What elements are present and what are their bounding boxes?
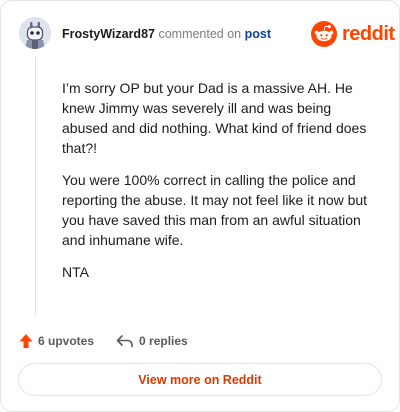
view-more-on-reddit-button[interactable]: View more on Reddit <box>18 363 382 396</box>
comment-paragraph: NTA <box>62 264 89 280</box>
avatar-icon <box>19 17 51 49</box>
upvote-count: 6 upvotes <box>38 334 95 348</box>
reply-count: 0 replies <box>139 334 188 348</box>
comment-header: FrostyWizard87 commented on post <box>62 26 271 42</box>
upvote-arrow-icon <box>19 334 33 348</box>
view-more-label: View more on Reddit <box>138 372 262 387</box>
commented-on-text: commented on <box>158 27 242 41</box>
reply-arrow-icon <box>116 335 133 348</box>
comment-actions: 6 upvotes 0 replies <box>19 331 188 351</box>
comment-paragraph: I’m sorry OP but your Dad is a massive A… <box>62 80 367 156</box>
thread-line <box>35 57 36 315</box>
reddit-wordmark: reddit <box>342 22 395 45</box>
comment-paragraph: You were 100% correct in calling the pol… <box>62 172 368 248</box>
user-avatar[interactable] <box>19 17 51 49</box>
reddit-logo-icon <box>311 21 337 47</box>
post-link[interactable]: post <box>245 27 271 41</box>
reddit-brand[interactable]: reddit <box>311 21 395 47</box>
comment-body: I’m sorry OP but your Dad is a massive A… <box>62 78 378 294</box>
username-link[interactable]: FrostyWizard87 <box>62 27 155 41</box>
replies-button[interactable]: 0 replies <box>116 334 188 348</box>
upvote-button[interactable]: 6 upvotes <box>19 333 94 349</box>
comment-embed-card: FrostyWizard87 commented on post reddit … <box>0 0 400 412</box>
